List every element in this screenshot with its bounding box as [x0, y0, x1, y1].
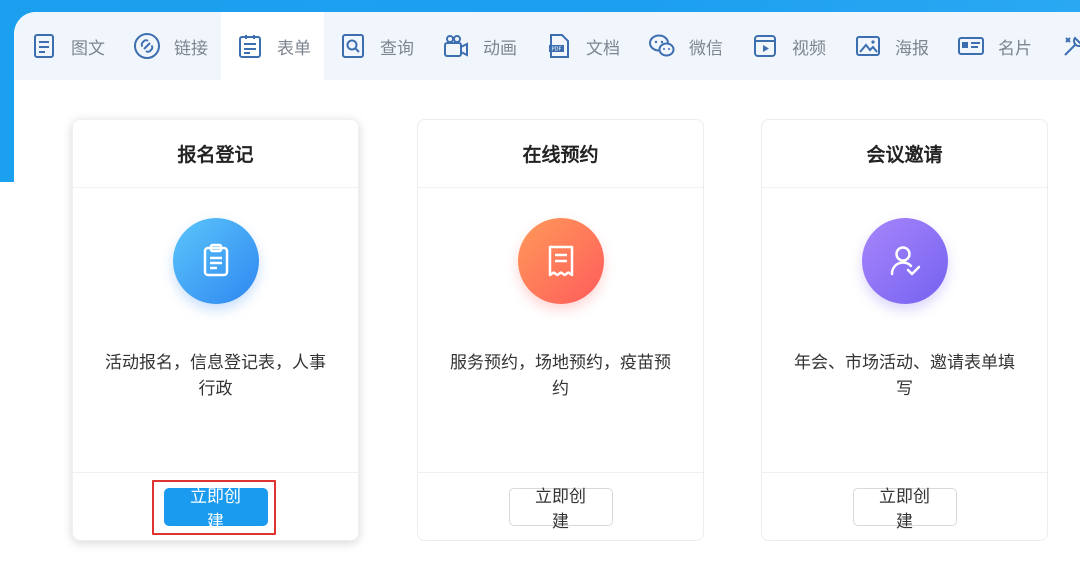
description-line: 行政 [198, 379, 233, 399]
card-icon-badge [173, 218, 259, 304]
card-icon-badge [862, 218, 948, 304]
receipt-icon [548, 245, 574, 277]
svg-text:PDF: PDF [552, 47, 562, 53]
card-registration: 报名登记 活动报名，信息登记表，人事 行政 立即创建 [72, 119, 359, 541]
business-card-icon [957, 32, 985, 60]
card-appointment: 在线预约 服务预约，场地预约，疫苗预 约 立即创建 [417, 119, 704, 541]
category-tabbar: 图文 链接 表单 查询 动画 PDF 文档 微信 视频 海报 名片 [14, 12, 1080, 80]
tab-label: 名片 [998, 38, 1032, 59]
tab-more[interactable] [1045, 12, 1080, 80]
create-now-button[interactable]: 立即创建 [852, 487, 957, 532]
video-play-icon [751, 32, 779, 60]
tab-graphic[interactable]: 图文 [14, 12, 118, 80]
tab-poster[interactable]: 海报 [839, 12, 942, 80]
card-title: 报名登记 [73, 120, 358, 188]
description-line: 活动报名，信息登记表，人事 [105, 353, 326, 373]
description-line: 年会、市场活动、邀请表单填 [794, 353, 1015, 373]
pdf-icon: PDF [545, 32, 573, 60]
tab-label: 文档 [586, 38, 620, 59]
card-meeting-invite: 会议邀请 年会、市场活动、邀请表单填 写 立即创建 [761, 119, 1048, 541]
card-title: 在线预约 [418, 120, 703, 188]
tab-label: 图文 [71, 38, 105, 59]
card-description: 年会、市场活动、邀请表单填 写 [790, 350, 1019, 402]
tab-label: 视频 [792, 38, 826, 59]
tab-label: 表单 [277, 38, 311, 59]
description-line: 服务预约，场地预约，疫苗预 [450, 353, 671, 373]
user-check-icon [890, 246, 921, 276]
tab-link[interactable]: 链接 [118, 12, 221, 80]
tab-form[interactable]: 表单 [221, 12, 324, 80]
link-icon [133, 32, 161, 60]
tab-label: 微信 [689, 38, 723, 59]
tab-document[interactable]: PDF 文档 [530, 12, 633, 80]
card-footer: 立即创建 [418, 472, 703, 540]
tab-video[interactable]: 视频 [736, 12, 839, 80]
tab-label: 海报 [895, 38, 929, 59]
description-line: 写 [896, 379, 913, 399]
tab-business-card[interactable]: 名片 [942, 12, 1045, 80]
tab-label: 查询 [380, 38, 414, 59]
card-title: 会议邀请 [762, 120, 1047, 188]
image-icon [854, 32, 882, 60]
card-description: 服务预约，场地预约，疫苗预 约 [446, 350, 675, 402]
search-doc-icon [339, 32, 367, 60]
clipboard-icon [203, 243, 229, 277]
card-description: 活动报名，信息登记表，人事 行政 [101, 350, 330, 402]
tab-label: 动画 [483, 38, 517, 59]
create-now-button[interactable]: 立即创建 [508, 487, 613, 532]
card-footer: 立即创建 [762, 472, 1047, 540]
tab-wechat[interactable]: 微信 [633, 12, 736, 80]
video-camera-icon [442, 32, 470, 60]
doc-text-icon [30, 32, 58, 60]
tools-icon [1060, 32, 1080, 60]
highlight-annotation [152, 480, 276, 535]
card-icon-badge [518, 218, 604, 304]
app-window: 图文 链接 表单 查询 动画 PDF 文档 微信 视频 海报 名片 报名登记 活… [0, 0, 1080, 570]
wechat-icon [648, 32, 676, 60]
tab-animation[interactable]: 动画 [427, 12, 530, 80]
tab-query[interactable]: 查询 [324, 12, 427, 80]
description-line: 约 [552, 379, 569, 399]
tab-label: 链接 [174, 38, 208, 59]
form-icon [236, 32, 264, 60]
